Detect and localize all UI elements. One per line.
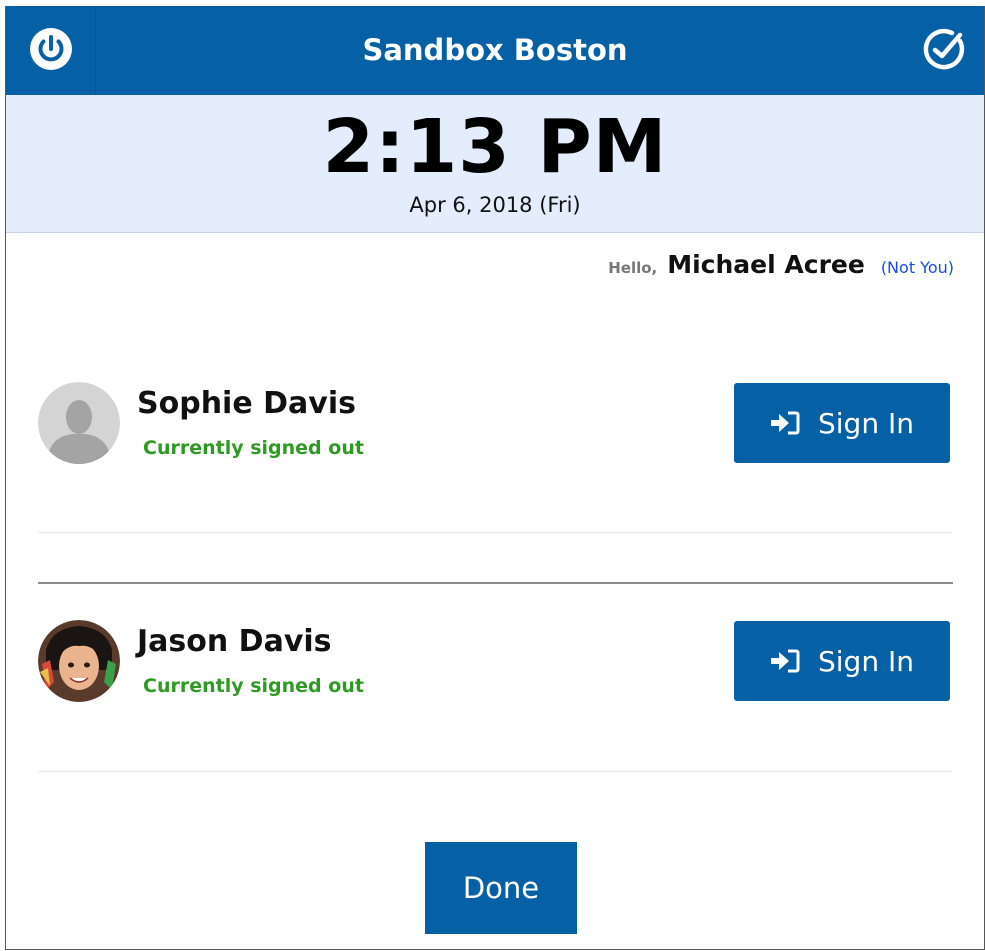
sign-in-label: Sign In (818, 644, 914, 678)
check-clock-icon (920, 25, 968, 77)
default-avatar-icon (38, 382, 120, 464)
clock-time: 2:13 PM (322, 104, 668, 190)
not-you-link[interactable]: (Not You) (881, 258, 954, 277)
current-user-name: Michael Acree (667, 250, 865, 279)
sign-in-button[interactable]: Sign In (734, 621, 950, 701)
section-divider (38, 582, 953, 584)
row-divider (38, 771, 953, 772)
person-row: Jason Davis Currently signed out Sign In (38, 620, 953, 720)
greeting: Hello, Michael Acree (Not You) (608, 250, 954, 279)
sign-in-button[interactable]: Sign In (734, 383, 950, 463)
hello-label: Hello, (608, 259, 658, 277)
clock-panel: 2:13 PM Apr 6, 2018 (Fri) (6, 95, 984, 233)
top-bar: Sandbox Boston (6, 6, 984, 95)
power-icon (28, 26, 74, 76)
person-row: Sophie Davis Currently signed out Sign I… (38, 382, 953, 482)
done-button[interactable]: Done (425, 842, 577, 934)
person-name: Sophie Davis (137, 386, 356, 421)
sign-in-icon (770, 649, 800, 673)
sign-in-label: Sign In (818, 406, 914, 440)
clock-date: Apr 6, 2018 (Fri) (409, 193, 581, 217)
check-clock-button[interactable] (904, 6, 984, 95)
person-status: Currently signed out (143, 437, 364, 459)
avatar (38, 382, 120, 464)
person-name: Jason Davis (137, 624, 332, 659)
avatar (38, 620, 120, 702)
location-title: Sandbox Boston (362, 33, 628, 67)
power-button[interactable] (6, 6, 96, 95)
app-window: Sandbox Boston 2:13 PM Apr 6, 2018 (Fri)… (5, 6, 985, 950)
child-photo-avatar-icon (38, 620, 120, 702)
sign-in-icon (770, 411, 800, 435)
row-divider (38, 532, 953, 533)
person-status: Currently signed out (143, 675, 364, 697)
